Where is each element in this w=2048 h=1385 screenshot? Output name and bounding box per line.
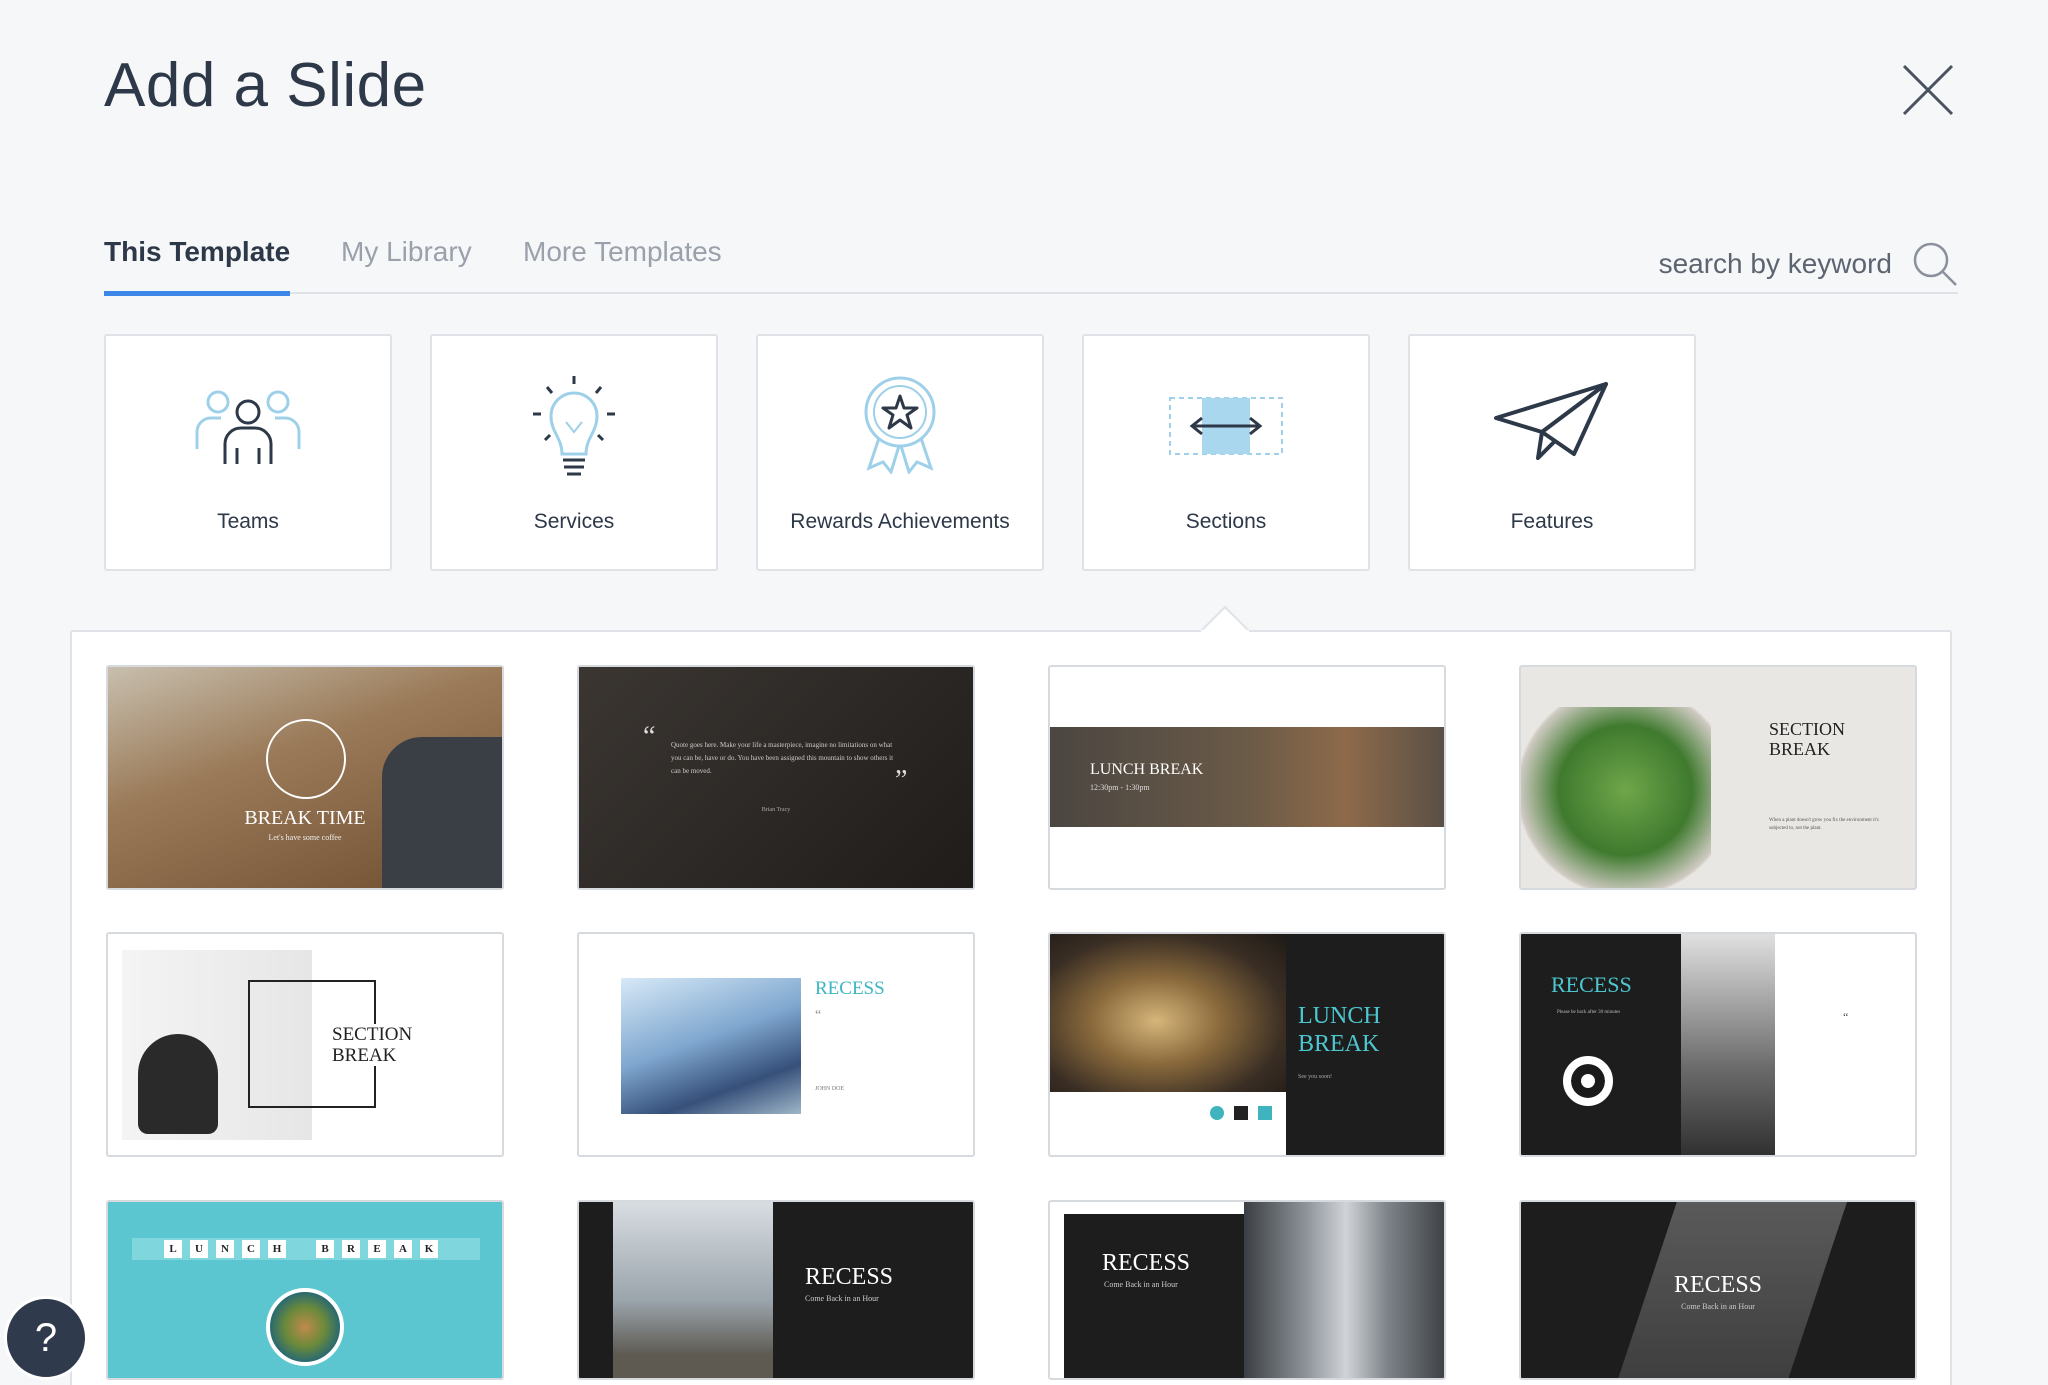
search-icon[interactable] — [1912, 241, 1958, 287]
slide-subtitle: Please be back after 30 minutes — [1557, 1010, 1621, 1015]
slide-title: RECESS — [805, 1264, 894, 1290]
category-label: Rewards Achievements — [790, 510, 1010, 533]
slide-title: RECESS — [1102, 1250, 1191, 1276]
category-teams[interactable]: Teams — [104, 334, 392, 571]
category-sections[interactable]: Sections — [1082, 334, 1370, 571]
letter-tile: K — [420, 1240, 438, 1258]
letter-tile: C — [242, 1240, 260, 1258]
slide-thumbnail[interactable]: RECESS Come Back in an Hour — [577, 1200, 975, 1380]
search-input[interactable] — [1652, 248, 1892, 280]
slide-thumbnail[interactable]: LUNCH BREAK See you soon! — [1048, 932, 1446, 1157]
slide-thumbnail[interactable]: LUNCH BREAK — [106, 1200, 504, 1380]
dialog-title: Add a Slide — [104, 51, 427, 120]
letter-tile: H — [268, 1240, 286, 1258]
close-button[interactable] — [1900, 62, 1956, 118]
slide-subtitle: Come Back in an Hour — [805, 1294, 879, 1303]
slide-subtitle: When a plant doesn't grow you fix the en… — [1769, 818, 1879, 831]
slide-subtitle: Come Back in an Hour — [1681, 1302, 1755, 1311]
category-label: Teams — [217, 510, 279, 533]
slide-thumbnail[interactable]: RECESS “ JOHN DOE — [577, 932, 975, 1157]
slide-title: BREAK TIME — [244, 807, 366, 829]
slide-thumbnail[interactable]: “ Quote goes here. Make your life a mast… — [577, 665, 975, 890]
slide-thumbnail[interactable]: RECESS Come Back in an Hour — [1519, 1200, 1917, 1380]
slide-title: SECTION BREAK — [332, 1024, 442, 1066]
slide-thumbnail[interactable]: SECTION BREAK — [106, 932, 504, 1157]
tab-this-template[interactable]: This Template — [104, 232, 291, 296]
paper-plane-icon — [1494, 382, 1608, 460]
team-icon — [195, 390, 301, 464]
lightbulb-icon — [533, 376, 615, 476]
tab-bar: This Template My Library More Templates — [104, 232, 1958, 296]
letter-tile: N — [216, 1240, 234, 1258]
tab-more-templates[interactable]: More Templates — [523, 232, 722, 294]
slide-title: SECTION BREAK — [1769, 719, 1845, 759]
slide-title: RECESS — [1673, 1272, 1763, 1298]
search-bar — [1652, 242, 1958, 286]
letter-tile: B — [316, 1240, 334, 1258]
slide-thumbnail[interactable]: RECESS Please be back after 30 minutes “ — [1519, 932, 1917, 1157]
category-label: Services — [533, 510, 615, 533]
letter-tile: R — [342, 1240, 360, 1258]
letter-tile: A — [394, 1240, 412, 1258]
letter-tile: L — [164, 1240, 182, 1258]
tab-my-library[interactable]: My Library — [341, 232, 472, 294]
section-arrows-icon — [1169, 397, 1283, 455]
slide-title: RECESS — [1551, 972, 1632, 997]
slide-thumbnail[interactable]: LUNCH BREAK 12:30pm - 1:30pm — [1048, 665, 1446, 890]
panel-pointer — [1200, 606, 1250, 632]
slide-subtitle: Let's have some coffee — [268, 833, 342, 842]
category-label: Features — [1510, 510, 1594, 533]
letter-tile: E — [368, 1240, 386, 1258]
slide-thumbnail[interactable]: RECESS Come Back in an Hour — [1048, 1200, 1446, 1380]
letter-tile: U — [190, 1240, 208, 1258]
slide-subtitle: 12:30pm - 1:30pm — [1090, 783, 1150, 792]
slide-quote: Quote goes here. Make your life a master… — [671, 741, 894, 775]
slide-author: Brian Tracy — [761, 807, 791, 813]
slide-title: RECESS — [815, 978, 885, 999]
slide-thumbnail[interactable]: BREAK TIME Let's have some coffee — [106, 665, 504, 890]
category-features[interactable]: Features — [1408, 334, 1696, 571]
category-services[interactable]: Services — [430, 334, 718, 571]
award-ribbon-icon — [864, 376, 936, 474]
slides-panel: BREAK TIME Let's have some coffee “ Quot… — [70, 630, 1952, 1385]
slide-author: JOHN DOE — [815, 1086, 845, 1092]
slide-title: LUNCH BREAK — [1090, 761, 1204, 778]
slide-thumbnail[interactable]: SECTION BREAK When a plant doesn't grow … — [1519, 665, 1917, 890]
slide-subtitle: Come Back in an Hour — [1104, 1280, 1178, 1289]
category-rewards-achievements[interactable]: Rewards Achievements — [756, 334, 1044, 571]
slide-title: LUNCH BREAK — [1298, 1003, 1381, 1057]
close-icon — [1902, 64, 1954, 116]
slide-subtitle: See you soon! — [1298, 1074, 1332, 1080]
category-label: Sections — [1185, 510, 1267, 533]
help-button[interactable]: ? — [4, 1296, 88, 1380]
